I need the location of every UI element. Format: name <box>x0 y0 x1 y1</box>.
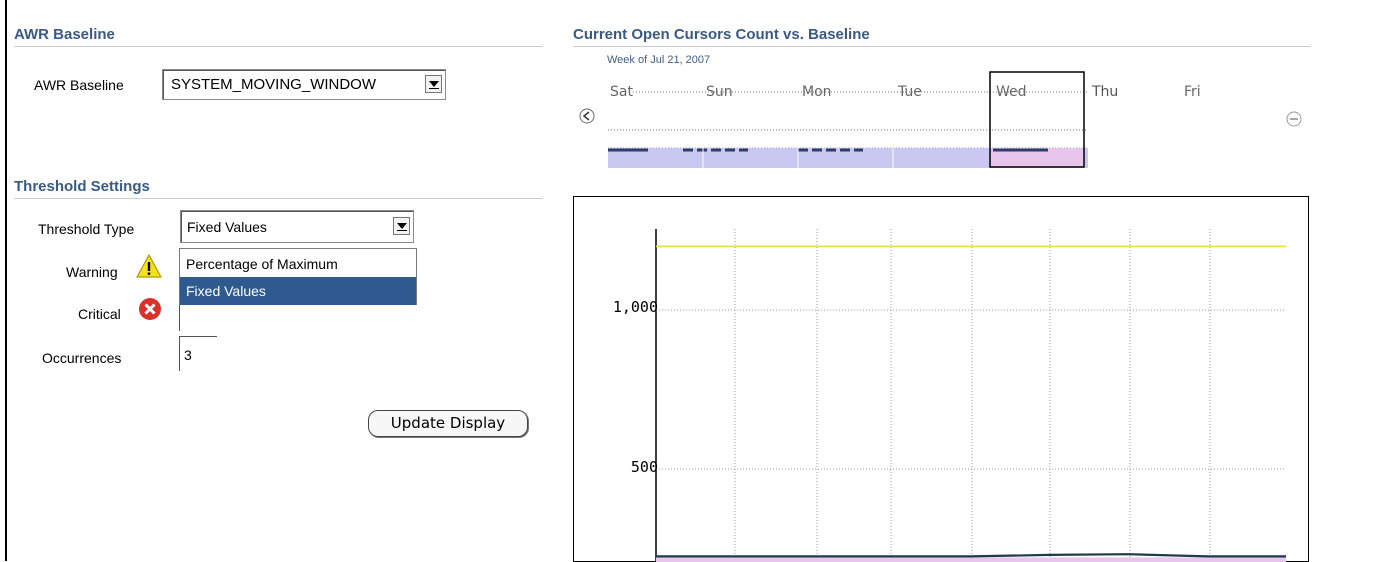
occurrences-input[interactable]: 3 <box>179 336 217 371</box>
update-display-button[interactable]: Update Display <box>368 410 528 437</box>
awr-baseline-label: AWR Baseline <box>34 77 124 93</box>
chevron-right-circle-icon[interactable] <box>1286 111 1302 127</box>
day-overview-strip[interactable] <box>573 70 1313 170</box>
day-label-wed[interactable]: Wed <box>996 84 1027 100</box>
current-cursors-line <box>656 553 1286 558</box>
week-label: Week of Jul 21, 2007 <box>607 54 711 66</box>
day-label-tue[interactable]: Tue <box>898 84 922 100</box>
left-border <box>5 0 7 561</box>
chevron-left-circle-icon[interactable] <box>579 108 595 124</box>
critical-input[interactable] <box>179 305 215 331</box>
y-tick-label: 1,000 <box>612 298 658 316</box>
dropdown-option-fixed-values[interactable]: Fixed Values <box>180 277 416 305</box>
threshold-type-selected: Fixed Values <box>187 219 267 235</box>
occurrences-label: Occurrences <box>42 350 122 366</box>
chart-canvas <box>655 229 1286 562</box>
day-label-mon[interactable]: Mon <box>802 84 832 100</box>
baseline-band <box>656 557 1286 562</box>
dropdown-option-percentage[interactable]: Percentage of Maximum <box>180 250 416 278</box>
open-cursors-chart <box>573 196 1309 562</box>
awr-baseline-section-title: AWR Baseline <box>14 26 115 43</box>
critical-label: Critical <box>78 306 121 322</box>
awr-baseline-selected: SYSTEM_MOVING_WINDOW <box>171 76 377 93</box>
threshold-type-dropdown[interactable]: Percentage of Maximum Fixed Values <box>179 248 417 305</box>
threshold-type-label: Threshold Type <box>38 221 135 237</box>
chart-section-title: Current Open Cursors Count vs. Baseline <box>573 26 870 43</box>
awr-baseline-select[interactable]: SYSTEM_MOVING_WINDOW <box>162 69 446 100</box>
y-tick-label: 500 <box>630 458 658 476</box>
threshold-section-title: Threshold Settings <box>14 178 150 195</box>
day-label-thu[interactable]: Thu <box>1092 84 1118 100</box>
warning-label: Warning <box>66 264 118 280</box>
day-label-sat[interactable]: Sat <box>610 84 633 100</box>
occurrences-value: 3 <box>184 347 192 363</box>
section-divider <box>14 46 543 47</box>
section-divider <box>14 198 543 199</box>
day-label-sun[interactable]: Sun <box>706 84 733 100</box>
threshold-type-select[interactable]: Fixed Values <box>180 210 414 243</box>
day-label-fri[interactable]: Fri <box>1184 84 1201 100</box>
chevron-down-icon[interactable] <box>425 75 442 93</box>
critical-x-icon <box>138 297 162 321</box>
chevron-down-icon[interactable] <box>393 217 410 235</box>
section-divider <box>573 46 1311 47</box>
warning-triangle-icon <box>135 253 163 279</box>
